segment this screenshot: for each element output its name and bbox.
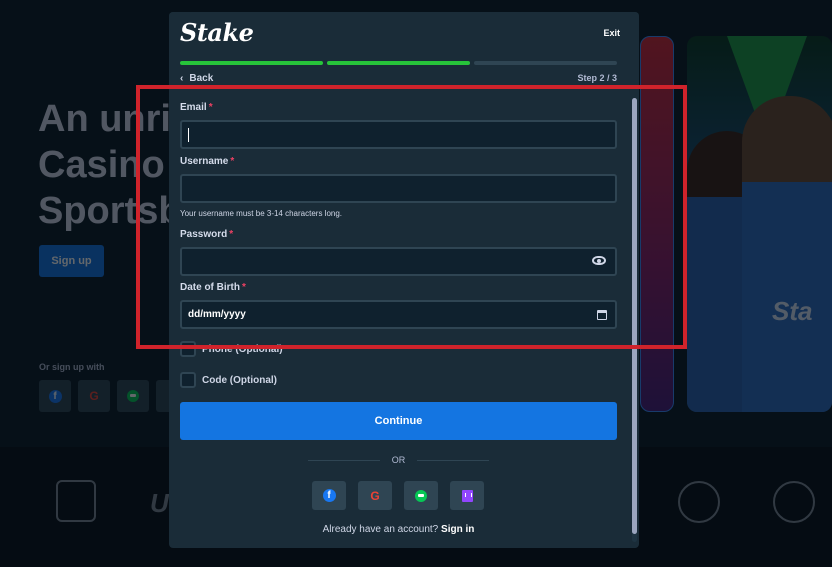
google-icon: G: [89, 389, 99, 403]
modal-header: Stake Exit: [169, 12, 639, 62]
partner-crest-icon: [678, 481, 720, 523]
player-image: Sta: [742, 96, 832, 412]
facebook-icon: f: [48, 389, 62, 403]
email-label: Email *: [180, 102, 213, 113]
dob-label: Date of Birth *: [180, 282, 246, 293]
partner-logo: U: [150, 488, 169, 518]
stake-logo: Stake: [180, 18, 254, 47]
or-divider: OR: [180, 454, 617, 466]
continue-button[interactable]: Continue: [180, 402, 617, 440]
registration-modal: Stake Exit ‹ Back Step 2 / 3 Email * User…: [169, 12, 639, 548]
hero-signup-button[interactable]: Sign up: [39, 245, 104, 277]
or-label: OR: [391, 455, 406, 465]
divider-line: [417, 459, 490, 461]
line-icon: [415, 489, 427, 502]
already-account-text: Already have an account?: [322, 524, 439, 535]
google-login-button[interactable]: G: [358, 481, 392, 510]
text-caret: [188, 127, 189, 142]
line-icon: [127, 390, 139, 402]
twitch-icon: [461, 489, 473, 502]
step-nav: ‹ Back Step 2 / 3: [180, 73, 617, 87]
dob-field-group: Date of Birth * dd/mm/yyyy: [180, 282, 617, 329]
phone-optional-checkbox[interactable]: Phone (Optional): [180, 341, 480, 357]
email-input[interactable]: [180, 120, 617, 149]
divider-line: [307, 459, 380, 461]
promo-card-players: Sta: [687, 36, 832, 412]
line-login-button[interactable]: [404, 481, 438, 510]
password-label: Password *: [180, 229, 234, 240]
chevron-left-icon: ‹: [180, 73, 184, 84]
dob-placeholder: dd/mm/yyyy: [188, 309, 246, 320]
twitch-login-button[interactable]: [450, 481, 484, 510]
email-field-group: Email *: [180, 102, 617, 149]
modal-scrollbar[interactable]: [632, 98, 637, 542]
bg-google-button[interactable]: G: [78, 380, 110, 412]
step-progress-bar: [180, 61, 617, 65]
progress-segment: [180, 61, 323, 65]
jersey-stake-logo: Sta: [772, 296, 813, 326]
scrollbar-thumb[interactable]: [632, 98, 637, 534]
hero-or-signup-label: Or sign up with: [39, 362, 105, 372]
progress-segment: [327, 61, 470, 65]
facebook-login-button[interactable]: f: [312, 481, 346, 510]
dob-input[interactable]: dd/mm/yyyy: [180, 300, 617, 329]
facebook-icon: f: [322, 489, 336, 502]
username-input[interactable]: [180, 174, 617, 203]
progress-segment: [474, 61, 617, 65]
exit-button[interactable]: Exit: [603, 28, 620, 38]
checkbox[interactable]: [180, 372, 196, 388]
bg-facebook-button[interactable]: f: [39, 380, 71, 412]
signin-prompt: Already have an account? Sign in: [180, 524, 617, 535]
eye-icon[interactable]: [592, 256, 606, 265]
back-button[interactable]: ‹ Back: [180, 73, 213, 84]
license-badge-icon: [56, 480, 96, 522]
promo-card: [640, 36, 674, 412]
partner-crest-icon: [773, 481, 815, 523]
username-field-group: Username * Your username must be 3-14 cha…: [180, 156, 617, 218]
password-input[interactable]: [180, 247, 617, 276]
step-indicator: Step 2 / 3: [577, 73, 617, 83]
password-field-group: Password *: [180, 229, 617, 276]
google-icon: G: [370, 488, 380, 503]
phone-optional-label: Phone (Optional): [202, 343, 283, 355]
back-label: Back: [189, 73, 214, 84]
calendar-icon[interactable]: [597, 310, 607, 320]
signin-link[interactable]: Sign in: [441, 524, 474, 535]
username-label: Username *: [180, 156, 235, 167]
checkbox[interactable]: [180, 341, 196, 357]
username-hint: Your username must be 3-14 characters lo…: [180, 209, 343, 218]
social-login-row: f G: [312, 481, 484, 510]
code-optional-checkbox[interactable]: Code (Optional): [180, 372, 480, 388]
bg-line-button[interactable]: [117, 380, 149, 412]
code-optional-label: Code (Optional): [202, 374, 277, 386]
